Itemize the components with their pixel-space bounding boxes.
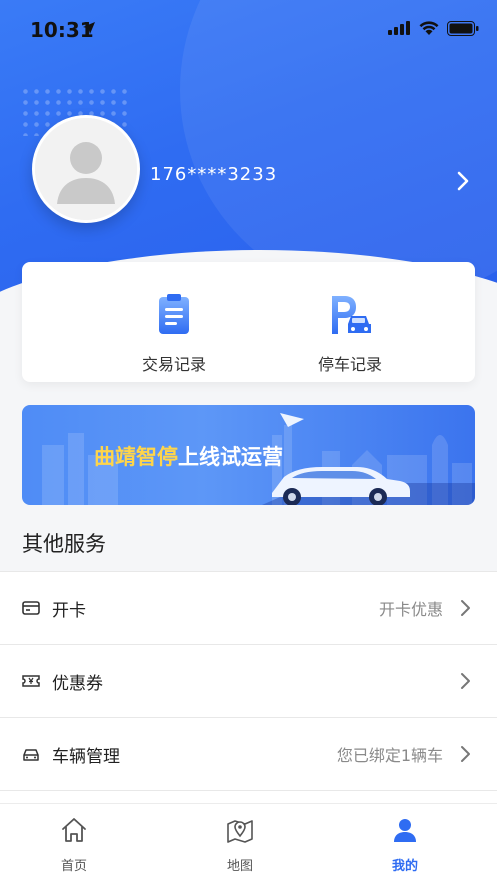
list-item-coupons[interactable]: 优惠券 <box>0 644 497 717</box>
battery-icon <box>447 21 479 36</box>
banner-title-rest: 上线试运营 <box>178 445 283 469</box>
home-icon <box>62 818 86 842</box>
clipboard-icon <box>159 294 189 334</box>
tab-home-label: 首页 <box>60 859 87 874</box>
parking-records-button[interactable]: 停车记录 <box>270 262 430 382</box>
list-item-value: 您已绑定1辆车 <box>336 746 443 765</box>
car-icon <box>23 749 39 761</box>
map-pin-icon <box>227 820 253 843</box>
cellular-signal-icon <box>388 21 410 35</box>
user-phone[interactable]: 176****3233 <box>150 164 277 185</box>
chevron-right-icon <box>461 673 470 689</box>
tab-mine-label: 我的 <box>391 859 418 874</box>
parking-records-label: 停车记录 <box>317 355 382 374</box>
status-bar: 10:31 <box>0 0 497 60</box>
location-arrow-icon <box>83 22 95 34</box>
list-item-label: 开卡 <box>52 601 86 621</box>
list-item-value: 开卡优惠 <box>378 600 443 619</box>
chevron-right-icon <box>461 746 470 762</box>
tab-home[interactable]: 首页 <box>24 804 124 884</box>
parking-car-icon <box>332 296 371 334</box>
list-item-label: 车辆管理 <box>52 747 120 767</box>
records-card: 交易记录 停车记录 <box>22 262 475 382</box>
banner-title-highlight: 曲靖智停 <box>94 445 178 469</box>
tab-bar: 首页 地图 我的 <box>0 803 497 884</box>
list-item-open-card[interactable]: 开卡 开卡优惠 <box>0 571 497 644</box>
chevron-right-icon <box>461 600 470 616</box>
tab-map-label: 地图 <box>226 859 253 874</box>
card-icon <box>22 601 40 615</box>
tab-mine[interactable]: 我的 <box>355 804 455 884</box>
section-title: 其他服务 <box>22 532 106 556</box>
list-item-label: 优惠券 <box>52 674 103 694</box>
tab-map[interactable]: 地图 <box>190 804 290 884</box>
promo-banner[interactable]: 曲靖智停上线试运营 <box>22 405 475 505</box>
banner-title: 曲靖智停上线试运营 <box>94 441 283 471</box>
chevron-right-icon[interactable] <box>453 170 473 192</box>
wifi-icon <box>419 21 439 35</box>
transaction-records-button[interactable]: 交易记录 <box>94 262 254 382</box>
default-avatar-icon <box>35 118 137 220</box>
list-item-vehicle-management[interactable]: 车辆管理 您已绑定1辆车 <box>0 717 497 790</box>
service-list: 开卡 开卡优惠 优惠券 车辆管理 您已绑定1辆车 <box>0 571 497 831</box>
user-icon <box>394 819 416 842</box>
coupon-icon <box>22 675 40 687</box>
transaction-records-label: 交易记录 <box>141 355 206 374</box>
avatar[interactable] <box>32 115 140 223</box>
